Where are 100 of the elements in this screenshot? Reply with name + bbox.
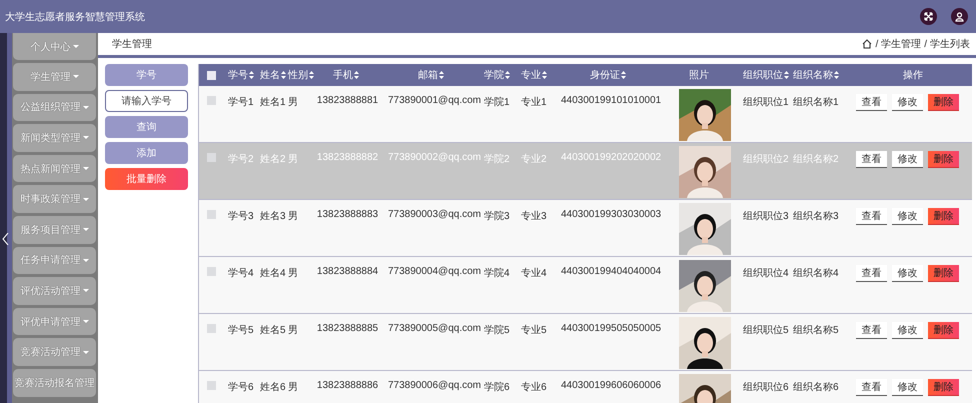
table-cell: 13823888886	[316, 380, 378, 391]
table-cell: 姓名2	[260, 154, 286, 165]
table-cell: 组织名称6	[793, 382, 839, 393]
action-button[interactable]: 修改	[892, 94, 923, 111]
table-cell: 组织职位3	[743, 211, 789, 222]
breadcrumb-separator: /	[924, 38, 927, 50]
table-cell: 13823888881	[316, 95, 378, 106]
action-button[interactable]: 修改	[892, 265, 923, 282]
table-cell: 440300199404040004	[561, 266, 662, 277]
row-checkbox[interactable]	[207, 267, 216, 276]
table-cell: 440300199202020002	[561, 152, 662, 163]
table-cell: 学院1	[484, 97, 510, 108]
table-cell: 773890004@qq.com	[388, 266, 481, 277]
table-cell: 440300199505050005	[561, 323, 662, 334]
action-button[interactable]: 查看	[856, 208, 887, 225]
table-cell: 440300199303030003	[561, 209, 662, 220]
action-button[interactable]: 查看	[856, 379, 887, 396]
action-button[interactable]: 查看	[856, 151, 887, 168]
column-header: 操作	[903, 69, 923, 82]
action-button[interactable]: 查看	[856, 322, 887, 339]
delete-button[interactable]: 删除	[928, 94, 959, 111]
table-row[interactable]: 学号1 姓名1 男 13823888881 773890001@qq.com 学院1 专业1 440300199101010001 组织职位1 组织名称1 查看 修改 删除	[199, 86, 972, 143]
select-all-checkbox[interactable]	[207, 70, 216, 80]
table-cell: 男	[288, 97, 298, 108]
delete-button[interactable]: 删除	[928, 379, 959, 396]
table-cell: 13823888882	[316, 152, 378, 163]
table-cell: 专业4	[521, 268, 547, 279]
action-button[interactable]: 修改	[892, 151, 923, 168]
column-header[interactable]: 手机	[333, 68, 353, 82]
delete-button[interactable]: 删除	[928, 151, 959, 168]
breadcrumb-link[interactable]: 学生管理	[881, 37, 922, 51]
column-header[interactable]: 专业	[521, 68, 541, 82]
collapse-icon[interactable]	[2, 233, 9, 245]
delete-button[interactable]: 删除	[928, 208, 959, 225]
table-cell: 773890006@qq.com	[388, 380, 481, 391]
app-title: 大学生志愿者服务智慧管理系统	[5, 10, 146, 24]
table-cell: 男	[288, 268, 298, 279]
column-header[interactable]: 性别	[288, 68, 308, 82]
table-cell: 773890001@qq.com	[388, 95, 481, 106]
column-header[interactable]: 邮箱	[418, 68, 438, 82]
table-cell: 学号5	[228, 325, 254, 336]
column-header[interactable]: 姓名	[260, 68, 280, 82]
column-header[interactable]: 学院	[484, 68, 504, 82]
student-id-field[interactable]: 请输入学号	[105, 90, 188, 112]
table-cell: 组织职位5	[743, 325, 789, 336]
action-button[interactable]: 查看	[856, 94, 887, 111]
table-cell: 专业3	[521, 211, 547, 222]
column-header[interactable]: 学号	[228, 68, 248, 82]
action-button[interactable]: 添加	[105, 142, 188, 164]
table-cell: 773890005@qq.com	[388, 323, 481, 334]
row-checkbox[interactable]	[207, 96, 216, 105]
table-row[interactable]: 学号6 姓名6 男 13823888886 773890006@qq.com 学院6 专业6 440300199606060006 组织职位6 组织名称6 查看 修改 删除	[199, 371, 972, 403]
delete-button[interactable]: 删除	[928, 265, 959, 282]
table-row[interactable]: 学号4 姓名4 男 13823888884 773890004@qq.com 学院4 专业4 440300199404040004 组织职位4 组织名称4 查看 修改 删除	[199, 257, 972, 314]
table-cell: 组织名称1	[793, 97, 839, 108]
batch-delete-button[interactable]: 批量删除	[105, 168, 188, 190]
table-cell: 男	[288, 211, 298, 222]
table-cell: 专业5	[521, 325, 547, 336]
table-cell: 专业2	[521, 154, 547, 165]
table-cell: 学号3	[228, 211, 254, 222]
column-header[interactable]: 组织名称	[793, 68, 833, 82]
column-header[interactable]: 身份证	[590, 68, 620, 82]
action-button[interactable]: 查询	[105, 116, 188, 138]
table-cell: 姓名5	[260, 325, 286, 336]
table-cell: 姓名1	[260, 97, 286, 108]
table-cell: 学院2	[484, 154, 510, 165]
column-header[interactable]: 组织职位	[743, 68, 783, 82]
table-cell: 组织名称5	[793, 325, 839, 336]
breadcrumb-separator: /	[875, 38, 878, 50]
table-cell: 组织职位1	[743, 97, 789, 108]
action-button[interactable]: 修改	[892, 208, 923, 225]
table-cell: 组织职位6	[743, 382, 789, 393]
delete-button[interactable]: 删除	[928, 322, 959, 339]
breadcrumb-link[interactable]: 学生列表	[930, 37, 970, 51]
table-cell: 组织职位4	[743, 268, 789, 279]
user-icon[interactable]	[951, 8, 968, 25]
row-checkbox[interactable]	[207, 153, 216, 162]
table-cell: 男	[288, 325, 298, 336]
table-cell: 学号1	[228, 97, 254, 108]
table-cell: 男	[288, 154, 298, 165]
table-cell: 专业1	[521, 97, 547, 108]
table-cell: 组织名称3	[793, 211, 839, 222]
table-cell: 姓名6	[260, 382, 286, 393]
table-cell: 学号4	[228, 268, 254, 279]
action-button[interactable]: 修改	[892, 322, 923, 339]
row-checkbox[interactable]	[207, 324, 216, 333]
table-row[interactable]: 学号2 姓名2 男 13823888882 773890002@qq.com 学院2 专业2 440300199202020002 组织职位2 组织名称2 查看 修改 删除	[199, 143, 972, 200]
row-checkbox[interactable]	[207, 381, 216, 390]
table-cell: 13823888885	[316, 323, 378, 334]
table-cell: 440300199606060006	[561, 380, 662, 391]
table-cell: 13823888884	[316, 266, 378, 277]
table-cell: 姓名3	[260, 211, 286, 222]
action-button[interactable]: 查看	[856, 265, 887, 282]
row-checkbox[interactable]	[207, 210, 216, 219]
action-button[interactable]: 修改	[892, 379, 923, 396]
table-row[interactable]: 学号3 姓名3 男 13823888883 773890003@qq.com 学院3 专业3 440300199303030003 组织职位3 组织名称3 查看 修改 删除	[199, 200, 972, 257]
table-row[interactable]: 学号5 姓名5 男 13823888885 773890005@qq.com 学院5 专业5 440300199505050005 组织职位5 组织名称5 查看 修改 删除	[199, 314, 972, 371]
table-cell: 组织名称4	[793, 268, 839, 279]
home-icon[interactable]	[862, 39, 872, 49]
fullscreen-icon[interactable]	[920, 8, 937, 25]
